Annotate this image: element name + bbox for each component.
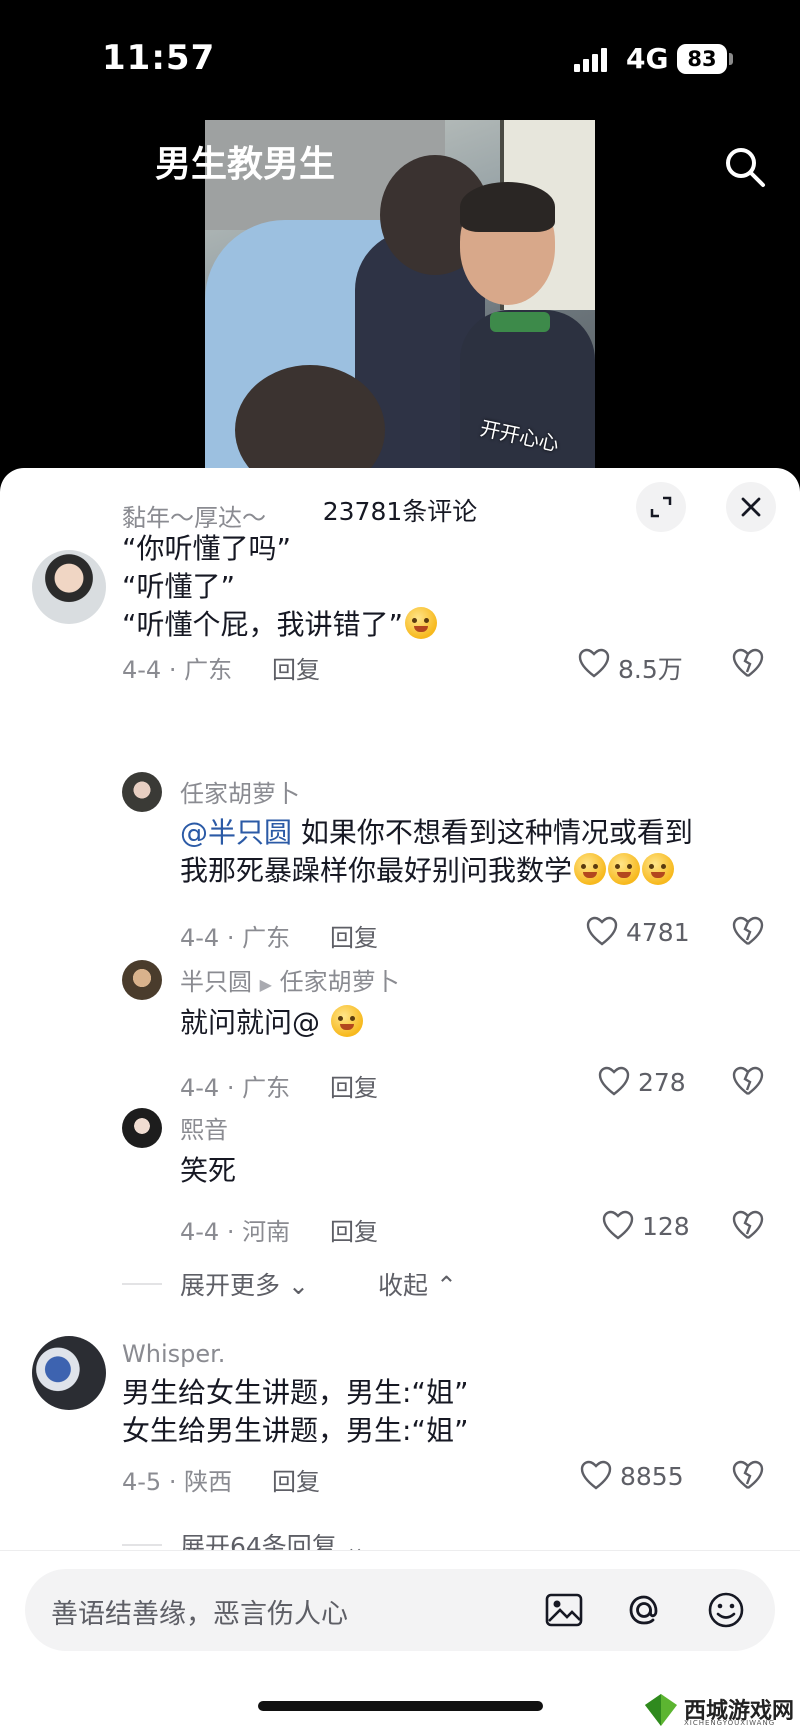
emoji-icon bbox=[608, 853, 641, 885]
like-count: 128 bbox=[642, 1212, 690, 1241]
comment-meta: 4-4 · 广东 bbox=[122, 656, 233, 684]
comment-line: “听懂了” bbox=[122, 570, 236, 603]
dislike-icon[interactable] bbox=[732, 1460, 764, 1490]
reply-text: 就问就问@ bbox=[180, 1004, 363, 1042]
comment-input-bar: 善语结善缘，恶言伤人心 西城游戏网 XICHENGYOUXIWANG bbox=[0, 1550, 800, 1734]
dislike-icon[interactable] bbox=[732, 916, 764, 946]
expand-more-label: 展开更多 bbox=[180, 1271, 281, 1300]
emoji-icon bbox=[642, 853, 675, 885]
comment-username[interactable]: 黏年～厚达～ bbox=[122, 498, 266, 533]
reply-line-text: 我那死暴躁样你最好别问我数学 bbox=[180, 854, 573, 887]
reply-meta: 4-4 · 广东 bbox=[180, 1074, 291, 1102]
mention-link[interactable]: @半只圆 bbox=[180, 816, 292, 849]
collapse-label: 收起 bbox=[378, 1271, 429, 1300]
reply-line-text: 如果你不想看到这种情况或看到 bbox=[292, 816, 693, 849]
avatar[interactable] bbox=[32, 550, 106, 624]
reply-meta: 4-4 · 广东 bbox=[180, 924, 291, 952]
reply-to-username[interactable]: 任家胡萝卜 bbox=[280, 968, 400, 996]
comment-input[interactable]: 善语结善缘，恶言伤人心 bbox=[25, 1569, 775, 1651]
emoji-icon bbox=[405, 607, 438, 639]
reply-button[interactable]: 回复 bbox=[330, 918, 378, 953]
reply-username[interactable]: 熙音 bbox=[180, 1110, 228, 1145]
avatar[interactable] bbox=[122, 960, 162, 1000]
heart-icon[interactable] bbox=[602, 1210, 634, 1240]
search-icon[interactable] bbox=[723, 145, 767, 189]
heart-icon[interactable] bbox=[578, 648, 610, 678]
fold-divider bbox=[122, 1283, 162, 1285]
emoji-icon bbox=[330, 1005, 363, 1037]
emoji-icon[interactable] bbox=[705, 1589, 747, 1631]
signal-icon bbox=[574, 48, 614, 72]
reply-button[interactable]: 回复 bbox=[272, 650, 320, 685]
status-time: 11:57 bbox=[102, 38, 216, 78]
reply-username[interactable]: 半只圆 bbox=[180, 968, 252, 996]
status-bar: 11:57 4G 83 bbox=[0, 0, 800, 120]
like-count: 278 bbox=[638, 1068, 686, 1097]
comment-text: “你听懂了吗” “听懂了” “听懂个屁，我讲错了” bbox=[122, 530, 438, 644]
video-student-hair bbox=[460, 182, 555, 232]
comment-line: “你听懂了吗” bbox=[122, 532, 292, 565]
reply-line-text: 就问就问@ bbox=[180, 1006, 321, 1039]
avatar[interactable] bbox=[122, 1108, 162, 1148]
like-count: 8.5万 bbox=[618, 655, 683, 684]
expand-button[interactable] bbox=[636, 482, 686, 532]
reply-button[interactable]: 回复 bbox=[330, 1212, 378, 1247]
comment-meta: 4-5 · 陕西 bbox=[122, 1468, 233, 1496]
reply-line: @半只圆 如果你不想看到这种情况或看到 bbox=[180, 814, 693, 852]
comment-line: “听懂个屁，我讲错了” bbox=[122, 608, 404, 641]
avatar[interactable] bbox=[32, 1336, 106, 1410]
video-collar bbox=[490, 312, 550, 332]
dislike-icon[interactable] bbox=[732, 648, 764, 678]
reply-username[interactable]: 任家胡萝卜 bbox=[180, 774, 300, 809]
expand-more-button[interactable]: 展开更多 ⌄ bbox=[180, 1266, 309, 1302]
reply-username-line: 半只圆 ▶ 任家胡萝卜 bbox=[180, 962, 400, 997]
heart-icon[interactable] bbox=[586, 916, 618, 946]
expand-icon bbox=[650, 496, 672, 518]
home-indicator[interactable] bbox=[258, 1701, 543, 1711]
reply-button[interactable]: 回复 bbox=[272, 1462, 320, 1497]
comment-line-with-emoji: “听懂个屁，我讲错了” bbox=[122, 606, 438, 644]
like-count: 8855 bbox=[620, 1462, 684, 1491]
video-title: 男生教男生 bbox=[155, 144, 336, 185]
comment-text: 男生给女生讲题，男生:“姐” 女生给男生讲题，男生:“姐” bbox=[122, 1374, 468, 1450]
battery-icon: 83 bbox=[677, 44, 727, 74]
fold-divider bbox=[122, 1544, 162, 1546]
chevron-down-icon: ⌄ bbox=[280, 1271, 309, 1300]
watermark-sub: XICHENGYOUXIWANG bbox=[684, 1719, 776, 1727]
comment-sheet: 23781条评论 黏年～厚达～ “你听懂了吗” “听懂了” “听懂个屁，我讲错了… bbox=[0, 468, 800, 1734]
comment-username[interactable]: Whisper. bbox=[122, 1340, 225, 1368]
collapse-button[interactable]: 收起 ⌃ bbox=[378, 1266, 457, 1302]
emoji-icon bbox=[574, 853, 607, 885]
watermark: 西城游戏网 XICHENGYOUXIWANG bbox=[642, 1691, 794, 1731]
reply-text: @半只圆 如果你不想看到这种情况或看到 我那死暴躁样你最好别问我数学 bbox=[180, 814, 693, 890]
like-count: 4781 bbox=[626, 918, 690, 947]
reply-line-with-emoji: 我那死暴躁样你最好别问我数学 bbox=[180, 852, 693, 890]
heart-icon[interactable] bbox=[598, 1066, 630, 1096]
dislike-icon[interactable] bbox=[732, 1066, 764, 1096]
reply-arrow-icon: ▶ bbox=[259, 975, 272, 994]
dislike-icon[interactable] bbox=[732, 1210, 764, 1240]
reply-text: 笑死 bbox=[180, 1154, 237, 1187]
network-type: 4G bbox=[626, 42, 669, 75]
reply-meta: 4-4 · 河南 bbox=[180, 1218, 291, 1246]
chevron-up-icon: ⌃ bbox=[428, 1271, 457, 1300]
input-placeholder: 善语结善缘，恶言伤人心 bbox=[51, 1599, 348, 1630]
mention-icon[interactable] bbox=[623, 1589, 665, 1631]
close-icon bbox=[741, 497, 761, 517]
image-icon[interactable] bbox=[543, 1589, 585, 1631]
close-button[interactable] bbox=[726, 482, 776, 532]
heart-icon[interactable] bbox=[580, 1460, 612, 1490]
battery-tip bbox=[729, 53, 733, 65]
reply-button[interactable]: 回复 bbox=[330, 1068, 378, 1103]
watermark-logo-icon bbox=[645, 1694, 677, 1726]
comment-line: 男生给女生讲题，男生:“姐” bbox=[122, 1376, 469, 1409]
comment-line: 女生给男生讲题，男生:“姐” bbox=[122, 1414, 469, 1447]
avatar[interactable] bbox=[122, 772, 162, 812]
